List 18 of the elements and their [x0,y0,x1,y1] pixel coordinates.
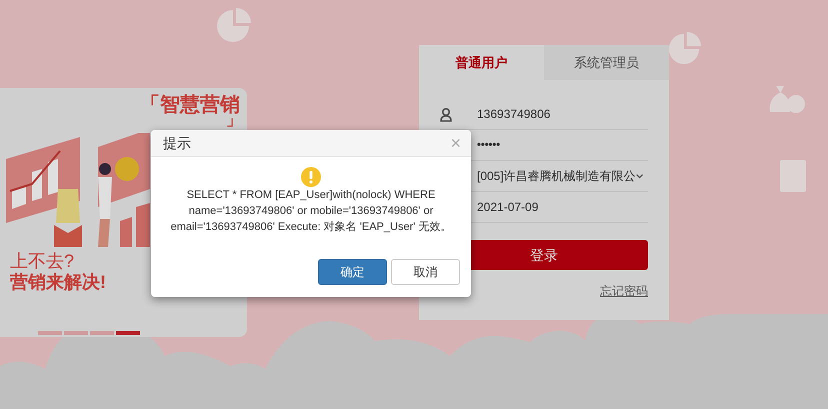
dialog-title: 提示 [163,134,191,152]
document-icon [780,160,806,192]
pie-chart-icon [215,8,251,44]
username-field[interactable]: 13693749806 [440,99,648,130]
carousel-indicator[interactable] [90,331,114,335]
banner-caption: 上不去? [9,251,74,272]
carousel-indicator[interactable] [38,331,62,335]
confirm-button[interactable]: 确定 [318,259,387,285]
cancel-button[interactable]: 取消 [391,259,460,285]
login-tab[interactable]: 系统管理员 [544,45,669,80]
banner-caption: 营销来解决! [9,272,106,293]
warning-icon [301,167,321,187]
chevron-down-icon [636,172,643,180]
carousel-indicator[interactable] [64,331,88,335]
user-icon [440,108,452,122]
carousel-indicator[interactable] [116,331,140,335]
pie-chart-icon [667,32,701,66]
forgot-password-link[interactable]: 忘记密码 [600,282,648,300]
